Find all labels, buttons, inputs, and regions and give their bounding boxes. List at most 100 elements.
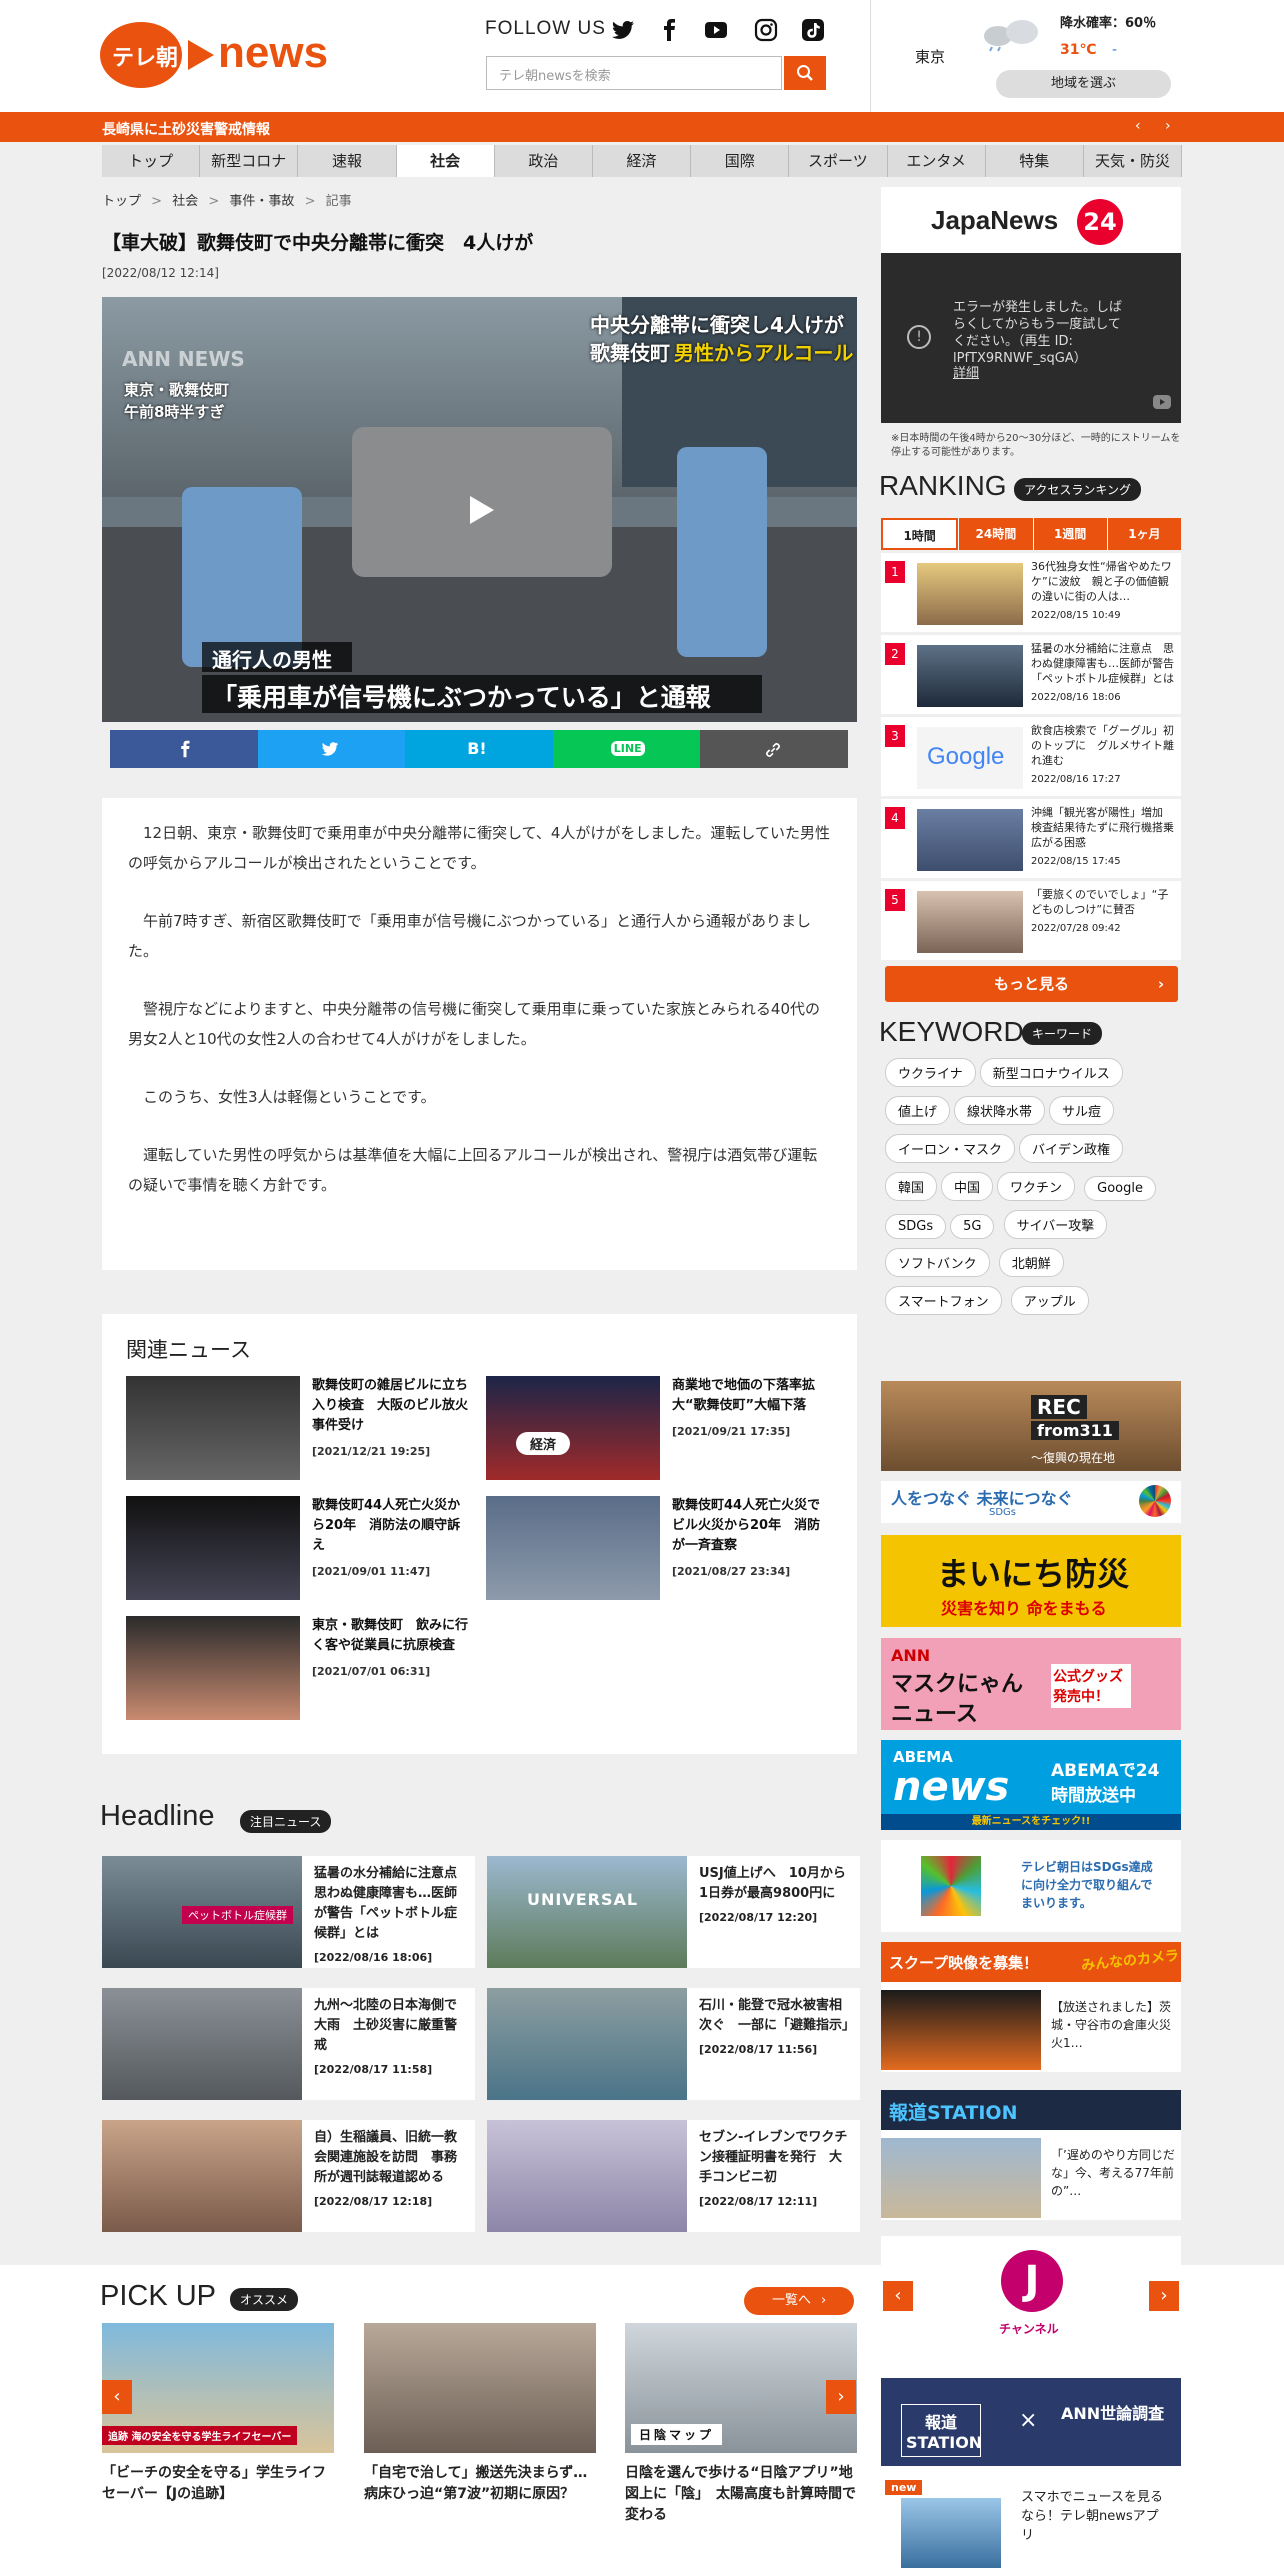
keyword-chip[interactable]: 新型コロナウイルス <box>979 1058 1123 1087</box>
nav-item[interactable]: 天気・防災 <box>1083 145 1183 177</box>
mask-nyan-banner[interactable]: ANN マスクにゃん ニュース 公式グッズ発売中！ <box>881 1638 1181 1730</box>
keyword-chip[interactable]: 北朝鮮 <box>998 1248 1064 1277</box>
headline-card[interactable]: 石川・能登で冠水被害相次ぐ 一部に「避難指示」 [2022/08/17 11:56… <box>487 1988 860 2100</box>
keyword-chip[interactable]: Google <box>1084 1176 1156 1201</box>
nav-item[interactable]: 国際 <box>691 145 790 177</box>
ranking-item[interactable]: 4 沖縄「観光客が陽性」増加 検査結果待たずに飛行機搭乗 広がる困惑 2022/0… <box>881 798 1185 878</box>
keyword-chip[interactable]: イーロン・マスク <box>885 1134 1016 1163</box>
headline-card-date: [2022/08/17 11:58] <box>314 2063 433 2076</box>
ranking-item[interactable]: 3 Google 飲食店検索で「グーグル」初のトップに グルメサイト離れ進む 20… <box>881 716 1181 796</box>
tvasahi-sdgs-banner[interactable]: テレビ朝日はSDGs達成に向け全力で取り組んでまいります。 <box>881 1840 1181 1932</box>
keyword-chip[interactable]: 値上げ <box>885 1096 951 1125</box>
share-twitter-button[interactable] <box>257 730 406 768</box>
youtube-icon[interactable] <box>703 18 729 42</box>
play-icon[interactable] <box>462 492 498 528</box>
region-select-button[interactable]: 地域を選ぶ <box>996 70 1171 98</box>
tiktok-icon[interactable] <box>800 18 826 42</box>
ranking-more-button[interactable]: もっと見る › <box>885 966 1178 1002</box>
nav-item[interactable]: 新型コロナ <box>200 145 299 177</box>
ranking-tab-1w[interactable]: 1週間 <box>1032 518 1107 550</box>
related-item[interactable]: 歌舞伎町の雑居ビルに立ち入り検査 大阪のビル放火事件受け [2021/12/21 … <box>126 1376 468 1488</box>
news-app-banner[interactable]: new スマホでニュースを見るなら！テレ朝newsアプリ <box>881 2476 1181 2568</box>
nav-item[interactable]: 速報 <box>298 145 397 177</box>
nav-item[interactable]: スポーツ <box>789 145 888 177</box>
sdgs-banner[interactable]: 人をつなぐ 未来につなぐ SDGs <box>881 1481 1181 1523</box>
nav-item[interactable]: トップ <box>102 145 201 177</box>
keyword-chip[interactable]: ワクチン <box>997 1172 1076 1201</box>
keyword-chip[interactable]: ウクライナ <box>885 1058 976 1087</box>
tvasahi-news-logo[interactable]: テレ朝 news <box>100 18 340 96</box>
copy-link-button[interactable] <box>700 730 848 768</box>
breadcrumb-society[interactable]: 社会 <box>172 194 198 209</box>
keyword-chip[interactable]: ソフトバンク <box>885 1248 990 1277</box>
instagram-icon[interactable] <box>753 18 779 42</box>
pickup-item[interactable]: 「自宅で治して」搬送先決まらず…病床ひっ迫“第7波”初期に原因？ <box>364 2323 596 2505</box>
rank-number: 4 <box>885 807 905 829</box>
pickup-item[interactable]: 日陰マップ 日陰を選んで歩ける“日陰アプリ”地図上に「陰」 太陽高度も計算時間で… <box>625 2323 857 2526</box>
keyword-chip[interactable]: アップル <box>1010 1286 1089 1315</box>
rec-from311-banner[interactable]: REC from311 ～復興の現在地 <box>881 1381 1181 1471</box>
related-item[interactable]: 歌舞伎町44人死亡火災から20年 消防法の順守訴え [2021/09/01 11:… <box>126 1496 466 1608</box>
headline-card[interactable]: ペットボトル症候群 猛暑の水分補給に注意点 思わぬ健康障害も…医師が警告「ペット… <box>102 1856 475 1968</box>
ranking-tab-1m[interactable]: 1ヶ月 <box>1106 518 1181 550</box>
ann-survey-banner[interactable]: 報道STATION × ANN世論調査 <box>881 2378 1181 2466</box>
keyword-chip[interactable]: サイバー攻撃 <box>1003 1210 1108 1239</box>
ranking-item[interactable]: 2 猛暑の水分補給に注意点 思わぬ健康障害も…医師が警告「ペットボトル症候群」と… <box>881 634 1181 714</box>
facebook-icon[interactable] <box>656 18 682 42</box>
breadcrumb-top[interactable]: トップ <box>102 194 141 209</box>
nav-item[interactable]: 政治 <box>494 145 593 177</box>
search-button[interactable] <box>784 56 826 90</box>
headline-card[interactable]: 自）生稲議員、旧統一教会関連施設を訪問 事務所が週刊誌報道認める [2022/08… <box>102 2120 475 2232</box>
pickup-next-button[interactable]: › <box>826 2380 856 2414</box>
search-input[interactable]: テレ朝newsを検索 <box>486 56 782 90</box>
rank-number: 5 <box>885 889 905 911</box>
japanews-player[interactable]: JapaNews 24 ! エラーが発生しました。しばらくしてからもう一度試して… <box>881 187 1181 423</box>
ranking-item[interactable]: 1 36代独身女性“帰省やめたワケ”に波紋 親と子の価値観の違いに街の人は… 20… <box>881 552 1181 632</box>
pickup-tag: オススメ <box>230 2288 299 2311</box>
keyword-chip[interactable]: 5G <box>950 1214 995 1239</box>
abema-news-banner[interactable]: ABEMA news ABEMAで24時間放送中 最新ニュースをチェック!! <box>881 1740 1181 1830</box>
related-item[interactable]: 経済 商業地で地価の下落率拡大“歌舞伎町”大幅下落 [2021/09/21 17:… <box>486 1376 826 1488</box>
related-item[interactable]: 東京・歌舞伎町 飲みに行く客や従業員に抗原検査 [2021/07/01 06:31… <box>126 1616 468 1728</box>
share-line-button[interactable]: LINE <box>552 730 701 768</box>
keyword-chip[interactable]: SDGs <box>885 1214 947 1239</box>
alert-prev-icon[interactable]: ‹ <box>1135 118 1141 134</box>
keyword-chip[interactable]: 韓国 <box>885 1172 938 1201</box>
nav-item[interactable]: 社会 <box>396 145 495 177</box>
keyword-chip[interactable]: スマートフォン <box>885 1286 1002 1315</box>
related-item[interactable]: 歌舞伎町44人死亡火災でビル火災から20年 消防が一斉査察 [2021/08/27… <box>486 1496 826 1608</box>
sdgs-wheel-icon <box>1139 1485 1171 1517</box>
ranking-tab-24h[interactable]: 24時間 <box>958 518 1032 550</box>
alert-next-icon[interactable]: › <box>1165 118 1171 134</box>
j-channel-logo[interactable]: J <box>1001 2250 1063 2312</box>
article-video-player[interactable]: 中央分離帯に衝突し4人けが 歌舞伎町 男性からアルコール ANN NEWS 東京… <box>102 297 857 722</box>
keyword-chip[interactable]: 線状降水帯 <box>954 1096 1046 1125</box>
nav-item[interactable]: エンタメ <box>887 145 986 177</box>
twitter-icon[interactable] <box>610 18 636 42</box>
player-error-link[interactable]: 詳細 <box>953 362 979 381</box>
headline-card[interactable]: 九州〜北陸の日本海側で大雨 土砂災害に厳重警戒 [2022/08/17 11:58… <box>102 1988 475 2100</box>
nav-item[interactable]: 経済 <box>592 145 692 177</box>
ranking-tab-1h[interactable]: 1時間 <box>881 518 959 550</box>
breadcrumb-incident[interactable]: 事件・事故 <box>229 194 294 209</box>
weather-widget: 東京 降水確率：60％ 31℃ - 地域を選ぶ <box>870 0 1190 112</box>
nav-item[interactable]: 特集 <box>985 145 1084 177</box>
mainichi-bousai-banner[interactable]: まいにち防災 災害を知り 命をまもる <box>881 1535 1181 1627</box>
share-facebook-button[interactable] <box>110 730 258 768</box>
keyword-chip[interactable]: サル痘 <box>1049 1096 1115 1125</box>
pickup-more-button[interactable]: 一覧へ › <box>744 2287 854 2315</box>
keyword-chip[interactable]: バイデン政権 <box>1019 1134 1124 1163</box>
jch-prev-button[interactable]: ‹ <box>883 2281 913 2311</box>
jch-next-button[interactable]: › <box>1149 2281 1179 2311</box>
keyword-chip[interactable]: 中国 <box>941 1172 994 1201</box>
ranking-item[interactable]: 5 「要旅くのでいでしょ」“子どものしつけ”に賛否 2022/07/28 09:4… <box>881 880 1181 960</box>
alert-text[interactable]: 長崎県に土砂災害警戒情報 <box>102 119 270 139</box>
pickup-prev-button[interactable]: ‹ <box>102 2380 132 2414</box>
share-hatena-button[interactable]: B! <box>405 730 553 768</box>
hodo-station-banner[interactable]: 報道STATION 「’遅めのやり方同じだな」今、考える77年前の”… <box>881 2090 1181 2220</box>
pickup-item[interactable]: 追跡 海の安全を守る学生ライフセーバー 「ビーチの安全を守る」学生ライフセーバー… <box>102 2323 334 2505</box>
headline-card[interactable]: セブン-イレブンでワクチン接種証明書を発行 大手コンビニ初 [2022/08/17… <box>487 2120 860 2232</box>
headline-card[interactable]: UNIVERSAL USJ値上げへ 10月から1日券が最高9800円に [2022… <box>487 1856 860 1968</box>
cloud-rain-icon <box>984 20 1038 52</box>
scoop-banner[interactable]: スクープ映像を募集！ みんなのカメラ 【放送されました】茨城・守谷市の倉庫火災 … <box>881 1942 1183 2072</box>
